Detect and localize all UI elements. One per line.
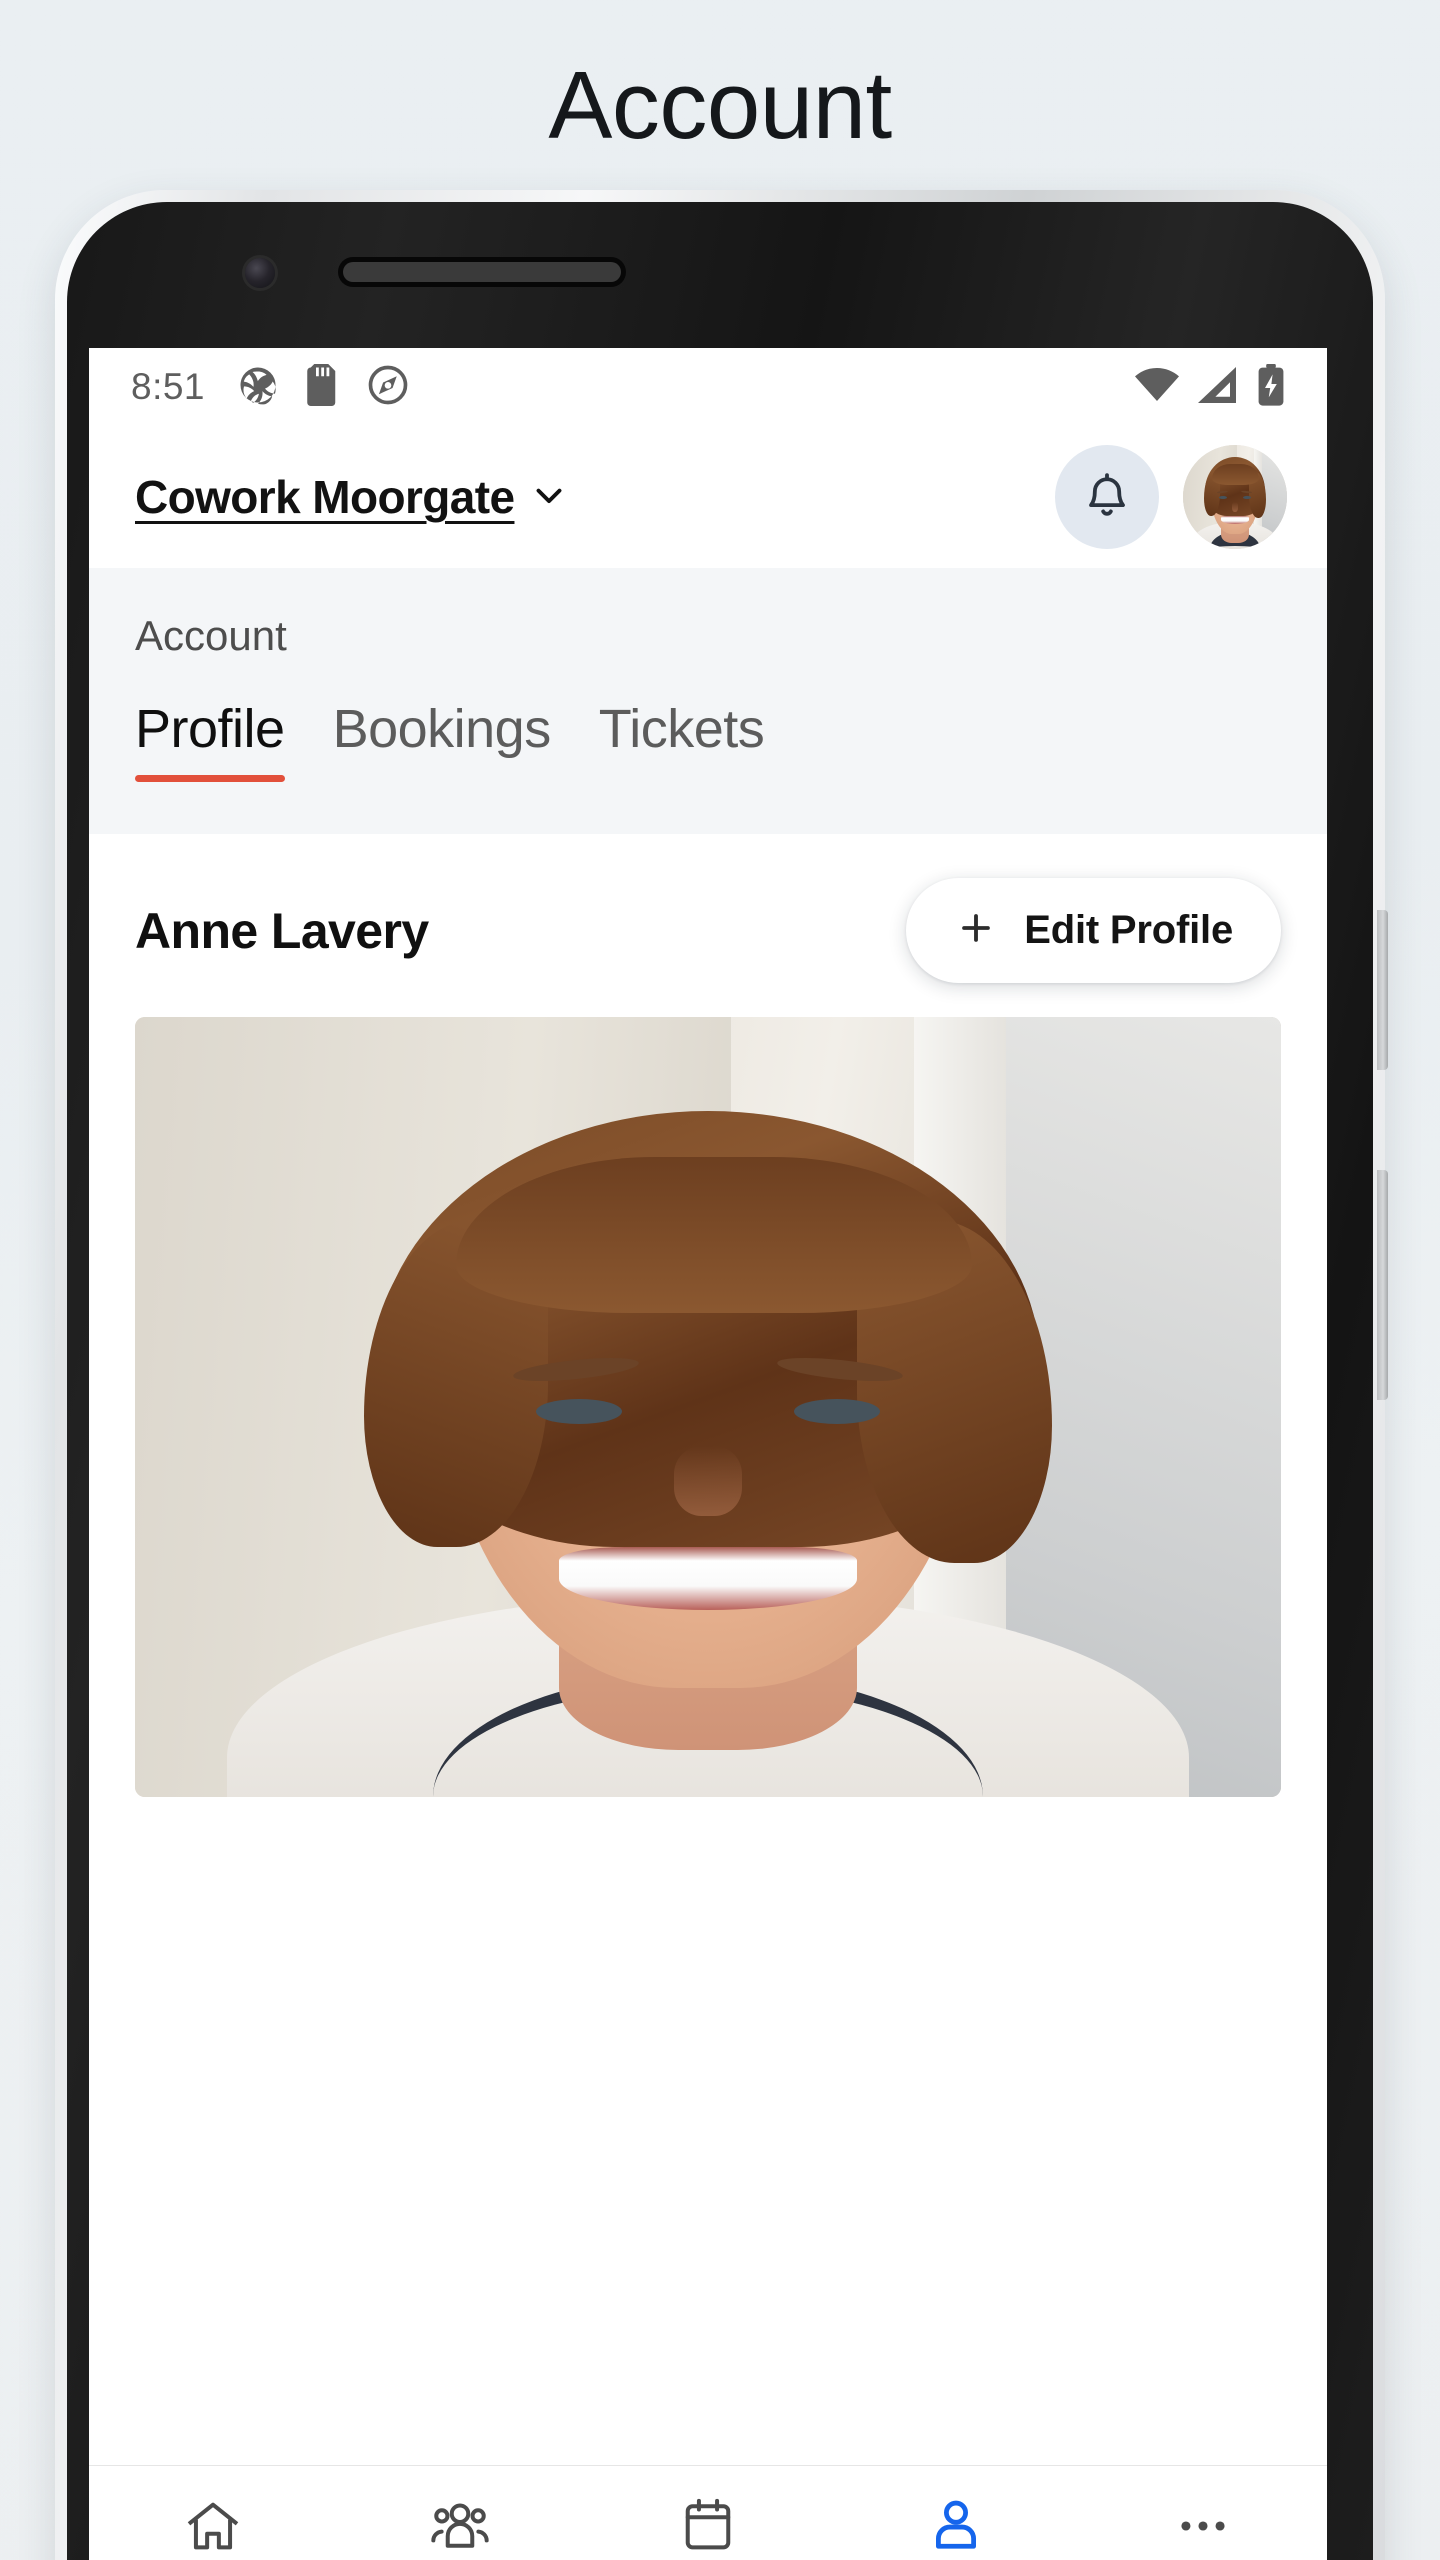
status-bar-left-icons bbox=[237, 363, 409, 411]
bottom-navigation-bar: Dashboard Community bbox=[89, 2465, 1327, 2560]
notifications-button[interactable] bbox=[1055, 445, 1159, 549]
app-header-bar: Cowork Moorgate bbox=[89, 426, 1327, 568]
nav-item-account[interactable]: Account bbox=[832, 2492, 1080, 2560]
device-power-button[interactable] bbox=[1377, 1170, 1388, 1400]
people-group-icon bbox=[428, 2492, 492, 2560]
home-icon bbox=[181, 2492, 245, 2560]
nav-item-meeting-rooms[interactable]: Meeting Rooms bbox=[584, 2492, 832, 2560]
cellular-signal-icon bbox=[1198, 366, 1238, 408]
section-label: Account bbox=[135, 612, 287, 659]
shutter-icon bbox=[237, 364, 279, 411]
device-volume-button[interactable] bbox=[1377, 910, 1388, 1070]
edit-profile-button[interactable]: Edit Profile bbox=[906, 878, 1281, 983]
front-camera-icon bbox=[245, 258, 275, 288]
plus-icon bbox=[954, 906, 998, 955]
tab-bookings[interactable]: Bookings bbox=[333, 698, 552, 782]
profile-photo[interactable] bbox=[135, 1017, 1281, 1797]
location-ring-icon bbox=[367, 364, 409, 411]
calendar-icon bbox=[676, 2492, 740, 2560]
location-name-label: Cowork Moorgate bbox=[135, 471, 515, 523]
person-icon bbox=[924, 2492, 988, 2560]
earpiece-speaker bbox=[343, 262, 621, 282]
battery-charging-icon bbox=[1257, 363, 1285, 411]
phone-device-mockup: 8:51 Cowork Moorgate Account Profile Boo… bbox=[55, 190, 1388, 2560]
profile-photo-container bbox=[89, 1017, 1327, 1797]
sd-card-icon bbox=[305, 363, 341, 411]
chevron-down-icon bbox=[528, 474, 570, 521]
nav-item-community[interactable]: Community bbox=[337, 2492, 585, 2560]
nav-item-dashboard[interactable]: Dashboard bbox=[89, 2492, 337, 2560]
avatar-portrait-image bbox=[1183, 445, 1287, 549]
profile-header-row: Anne Lavery Edit Profile bbox=[89, 834, 1327, 1017]
profile-name: Anne Lavery bbox=[135, 902, 429, 959]
status-bar: 8:51 bbox=[89, 348, 1327, 426]
page-title: Account bbox=[548, 52, 892, 159]
profile-portrait-image bbox=[135, 1017, 1281, 1797]
account-section-header: Account Profile Bookings Tickets bbox=[89, 568, 1327, 834]
edit-profile-label: Edit Profile bbox=[1024, 908, 1233, 952]
status-bar-time: 8:51 bbox=[131, 366, 206, 407]
phone-screen: 8:51 Cowork Moorgate Account Profile Boo… bbox=[89, 348, 1327, 2560]
location-selector[interactable]: Cowork Moorgate bbox=[135, 470, 570, 524]
tab-bar: Profile Bookings Tickets bbox=[89, 698, 1327, 782]
tab-tickets[interactable]: Tickets bbox=[599, 698, 765, 782]
bell-icon bbox=[1080, 468, 1134, 527]
avatar[interactable] bbox=[1183, 445, 1287, 549]
wifi-icon bbox=[1135, 367, 1179, 407]
tab-profile[interactable]: Profile bbox=[135, 698, 285, 782]
nav-item-show-all[interactable]: Show All bbox=[1079, 2492, 1327, 2560]
status-bar-right-icons bbox=[1135, 363, 1285, 411]
ellipsis-icon bbox=[1171, 2492, 1235, 2560]
